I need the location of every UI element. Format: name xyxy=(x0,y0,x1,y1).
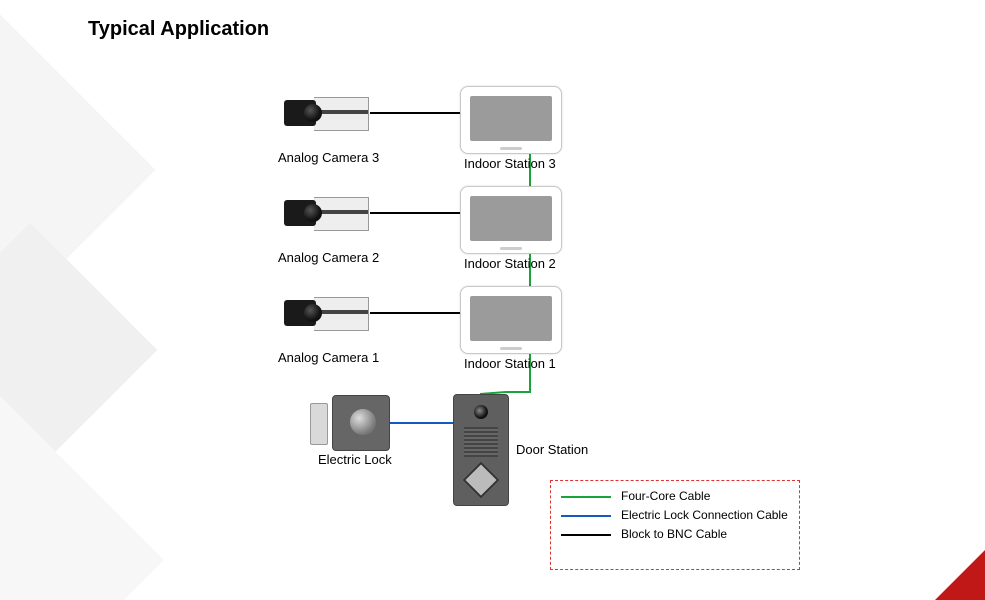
legend-swatch-black xyxy=(561,534,611,536)
analog-camera-3 xyxy=(284,91,372,135)
analog-camera-2 xyxy=(284,191,372,235)
page-title: Typical Application xyxy=(88,18,269,41)
legend-label-black: Block to BNC Cable xyxy=(621,527,789,542)
label-camera-2: Analog Camera 2 xyxy=(278,250,379,265)
indoor-station-1 xyxy=(460,286,562,354)
door-station xyxy=(453,394,509,506)
indoor-station-2 xyxy=(460,186,562,254)
label-camera-3: Analog Camera 3 xyxy=(278,150,379,165)
corner-accent xyxy=(935,550,985,600)
label-door-station: Door Station xyxy=(516,442,588,457)
label-indoor-3: Indoor Station 3 xyxy=(464,156,556,171)
legend-row-black: Block to BNC Cable xyxy=(561,527,789,542)
legend-swatch-blue xyxy=(561,515,611,517)
legend-swatch-green xyxy=(561,496,611,498)
legend-row-green: Four-Core Cable xyxy=(561,489,789,504)
legend-label-green: Four-Core Cable xyxy=(621,489,789,504)
label-indoor-2: Indoor Station 2 xyxy=(464,256,556,271)
electric-lock xyxy=(310,395,390,449)
legend-label-blue: Electric Lock Connection Cable xyxy=(621,508,789,523)
analog-camera-1 xyxy=(284,291,372,335)
legend-row-blue: Electric Lock Connection Cable xyxy=(561,508,789,523)
indoor-station-3 xyxy=(460,86,562,154)
label-camera-1: Analog Camera 1 xyxy=(278,350,379,365)
legend-box: Four-Core Cable Electric Lock Connection… xyxy=(550,480,800,570)
label-electric-lock: Electric Lock xyxy=(318,452,392,467)
label-indoor-1: Indoor Station 1 xyxy=(464,356,556,371)
